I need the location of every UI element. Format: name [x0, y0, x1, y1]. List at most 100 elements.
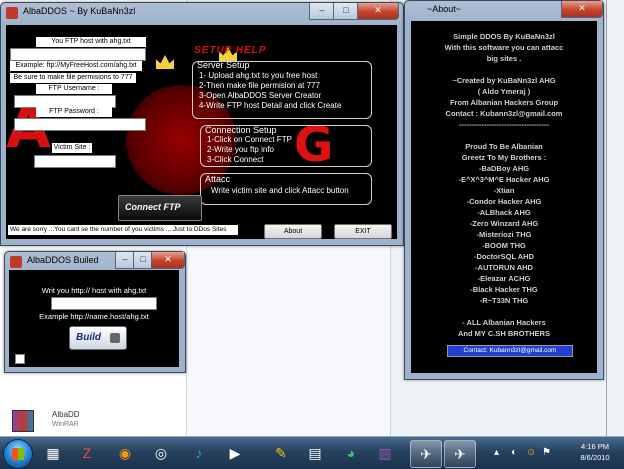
about-window: ~About~ ✕ Simple DDOS By KuBaNn3zl With … — [404, 0, 604, 380]
builder-window: AlbaDDOS Builed – □ ✕ Writ you http:// h… — [4, 251, 186, 373]
firefox-icon: ◉ — [118, 445, 132, 461]
app-icon: ◎ — [154, 445, 168, 461]
contact-link[interactable]: Contact: Kubann3zl@gmail.com — [448, 346, 572, 356]
windows-logo-icon — [12, 448, 24, 460]
close-icon: ✕ — [374, 5, 382, 15]
connection-setup-line: 2-Write you ftp info — [207, 145, 274, 154]
file-type: WinRAR — [52, 421, 79, 428]
server-setup-line: 3-Open AlbaDDOS Server Creator — [199, 91, 322, 100]
minimize-icon: – — [319, 5, 325, 15]
taskbar-albaddos-builder-button[interactable]: ✈ — [444, 440, 476, 468]
about-window-title: ~About~ — [427, 4, 462, 14]
builder-instruction: Writ you http:// host with ahg.txt — [41, 286, 147, 295]
taskbar-albaddos-button[interactable]: ✈ — [410, 440, 442, 468]
taskbar-explorer-button[interactable]: ▦ — [38, 440, 68, 466]
media-icon: ▶ — [229, 445, 241, 461]
connect-ftp-label: Connect FTP — [125, 202, 181, 212]
close-button[interactable]: ✕ — [561, 1, 603, 18]
taskbar-filezilla-button[interactable]: Z — [72, 440, 102, 466]
minimize-button[interactable]: – — [115, 252, 135, 269]
minimize-icon: – — [122, 254, 128, 264]
minimize-button[interactable]: – — [309, 3, 335, 20]
build-button[interactable]: Build — [69, 326, 127, 350]
winrar-icon: ▥ — [378, 445, 392, 461]
attack-panel: Attacc Write victim site and click Attac… — [200, 173, 372, 205]
option-checkbox[interactable] — [15, 354, 25, 364]
main-window-title: AlbaDDOS ~ By KuBaNn3zl — [23, 6, 136, 16]
clock-time[interactable]: 4:16 PM — [572, 442, 618, 452]
about-text: Simple DDOS By KuBaNn3zl With this softw… — [444, 32, 564, 338]
builder-window-title: AlbaDDOS Builed — [27, 255, 99, 265]
app-icon — [6, 7, 18, 19]
server-setup-title: Server Setup — [197, 60, 250, 70]
folder-icon: ▦ — [46, 445, 60, 461]
ftp-host-label: You FTP host with ahg.txt — [36, 37, 146, 47]
albaddos-icon: ✈ — [454, 446, 466, 462]
clock-date[interactable]: 8/6/2010 — [572, 453, 618, 463]
victim-site-input[interactable] — [34, 155, 116, 168]
contact-link-box[interactable]: Contact: Kubann3zl@gmail.com — [447, 345, 573, 357]
main-window: AlbaDDOS ~ By KuBaNn3zl – □ ✕ A G You FT… — [0, 2, 404, 246]
ftp-host-input[interactable] — [10, 48, 146, 61]
server-setup-panel: Server Setup 1- Upload ahg.txt to you fr… — [192, 60, 372, 119]
crown-icon — [156, 55, 174, 69]
taskbar-app-button[interactable]: ◎ — [146, 440, 176, 466]
example-label: Example: ftp://MyFreeHost.com/ahg.txt — [10, 61, 142, 71]
permissions-label: Be sure to make file permisions to 777 — [10, 73, 136, 83]
main-window-body: A G You FTP host with ahg.txt Example: f… — [6, 25, 397, 239]
builder-example: Example http://name.host/ahg.txt — [39, 312, 149, 321]
file-name: AlbaDD — [52, 410, 80, 419]
ftp-password-label: FTP Password : — [36, 107, 112, 117]
about-window-body: Simple DDOS By KuBaNn3zl With this softw… — [411, 21, 597, 373]
close-icon: ✕ — [164, 254, 172, 264]
connect-ftp-button[interactable]: Connect FTP — [118, 195, 202, 221]
ftp-password-input[interactable] — [14, 118, 146, 131]
server-setup-line: 4-Write FTP host Detail and click Create — [199, 101, 342, 110]
taskbar-itunes-button[interactable]: ♪ — [184, 440, 214, 466]
connection-setup-panel: Connection Setup 1-Click on Connect FTP … — [200, 125, 372, 167]
tray-app-icon[interactable]: ☺ — [526, 447, 538, 459]
calculator-icon: ▤ — [308, 445, 322, 461]
exit-button[interactable]: EXIT — [334, 224, 392, 239]
app-icon — [10, 256, 22, 268]
setup-help-title: SETUP HELP — [194, 45, 267, 56]
about-button[interactable]: About — [264, 224, 322, 239]
taskbar-firefox-button[interactable]: ◉ — [110, 440, 140, 466]
start-button[interactable] — [3, 439, 33, 469]
taskbar-winrar-button[interactable]: ▥ — [370, 440, 400, 466]
music-icon: ♪ — [195, 445, 203, 461]
taskbar-calculator-button[interactable]: ▤ — [300, 440, 330, 466]
taskbar: ▦ Z ◉ ◎ ♪ ▶ ✎ ▤ ◕ ▥ ✈ ✈ ▴ ◖ ☺ ⚑ 4:16 PM … — [0, 436, 624, 469]
paint-icon: ✎ — [275, 445, 287, 461]
victim-site-label: Victim Site : — [52, 143, 92, 153]
status-text: We are sorry ...You cant se the number o… — [8, 225, 238, 235]
server-setup-line: 1- Upload ahg.txt to you free host — [199, 71, 318, 80]
ftp-username-label: FTP Username : — [36, 84, 112, 94]
tray-network-icon[interactable]: ▴ — [494, 447, 506, 459]
browser-icon: ◕ — [346, 445, 356, 461]
taskbar-chrome-button[interactable]: ◕ — [336, 440, 366, 466]
build-button-label: Build — [76, 332, 101, 343]
attack-title: Attacc — [205, 174, 231, 184]
taskbar-media-button[interactable]: ▶ — [220, 440, 250, 466]
tray-flag-icon[interactable]: ⚑ — [542, 447, 554, 459]
maximize-button[interactable]: □ — [333, 3, 359, 20]
connection-setup-line: 1-Click on Connect FTP — [207, 135, 292, 144]
tray-volume-icon[interactable]: ◖ — [510, 447, 522, 459]
server-setup-line: 2-Then make file permision at 777 — [199, 81, 320, 90]
builder-window-body: Writ you http:// host with ahg.txt Examp… — [9, 270, 179, 367]
close-button[interactable]: ✕ — [151, 252, 185, 269]
albaddos-icon: ✈ — [420, 446, 432, 462]
close-button[interactable]: ✕ — [357, 3, 399, 20]
taskbar-paint-button[interactable]: ✎ — [266, 440, 296, 466]
attack-instruction: Write victim site and click Attacc butto… — [211, 186, 349, 195]
builder-host-input[interactable] — [51, 297, 157, 310]
winrar-file-icon[interactable] — [10, 408, 40, 434]
maximize-icon: □ — [343, 5, 349, 15]
maximize-button[interactable]: □ — [133, 252, 153, 269]
pane-divider — [606, 0, 607, 436]
connection-setup-line: 3-Click Connect — [207, 155, 264, 164]
filezilla-icon: Z — [82, 445, 92, 461]
gear-icon — [110, 333, 120, 343]
connection-setup-title: Connection Setup — [205, 125, 277, 135]
